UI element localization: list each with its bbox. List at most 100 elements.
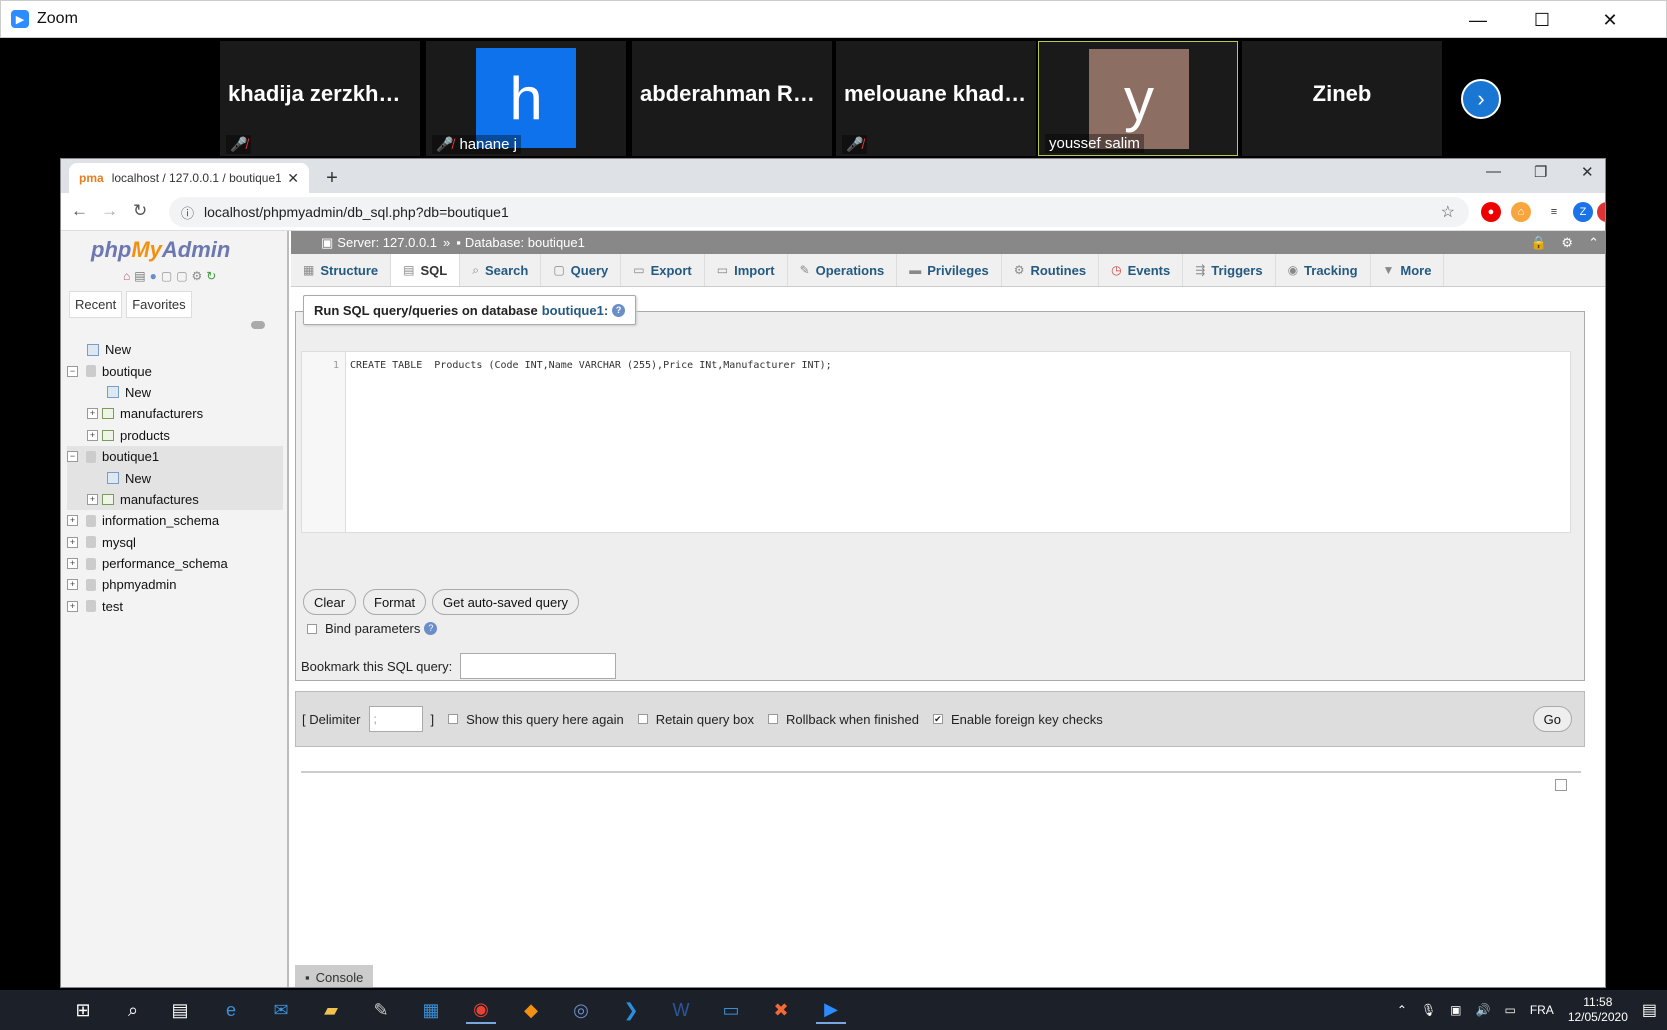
help-icon[interactable]: ● bbox=[150, 269, 157, 283]
bookmark-input[interactable] bbox=[460, 653, 617, 679]
tree-new-item[interactable]: New bbox=[67, 382, 283, 403]
sql-query-text[interactable]: CREATE TABLE Products (Code INT,Name VAR… bbox=[346, 352, 836, 532]
battery-icon[interactable]: ▭ bbox=[1504, 1003, 1515, 1017]
notifications-icon[interactable]: ▤ bbox=[1642, 1000, 1657, 1020]
console-tab[interactable]: ▪ Console bbox=[295, 965, 374, 987]
close-icon[interactable]: ✕ bbox=[1581, 1, 1639, 39]
collapse-icon[interactable]: − bbox=[67, 451, 78, 463]
collapse-icon[interactable]: − bbox=[67, 365, 78, 377]
collapse-top-icon[interactable]: ⌃ bbox=[1588, 235, 1599, 251]
tree-db-item[interactable]: + information_schema bbox=[67, 510, 283, 531]
info-icon[interactable]: ⓘ bbox=[181, 203, 194, 222]
help-icon[interactable]: ? bbox=[424, 622, 438, 635]
back-icon[interactable]: ← bbox=[71, 201, 88, 221]
tree-new-item[interactable]: New bbox=[67, 467, 283, 489]
tree-new-item[interactable]: New bbox=[67, 339, 283, 360]
expand-icon[interactable]: + bbox=[67, 536, 78, 548]
expand-icon[interactable]: + bbox=[87, 429, 98, 441]
expand-icon[interactable]: + bbox=[67, 558, 78, 570]
tree-db-item[interactable]: + mysql bbox=[67, 532, 283, 553]
sql-editor[interactable]: 1 CREATE TABLE Products (Code INT,Name V… bbox=[301, 351, 1571, 533]
phpmyadmin-logo[interactable]: phpMyAdmin bbox=[91, 237, 230, 263]
show-query-checkbox[interactable] bbox=[448, 714, 459, 724]
browser-tab[interactable]: pma localhost / 127.0.0.1 / boutique1 ✕ bbox=[69, 163, 309, 193]
docs-icon[interactable]: ▢ bbox=[161, 269, 172, 283]
microphone-icon[interactable]: 🎙 bbox=[1421, 1003, 1436, 1017]
settings-icon[interactable]: ⚙ bbox=[1561, 235, 1573, 251]
mail-icon[interactable]: ✉ bbox=[266, 996, 296, 1024]
profile-avatar[interactable]: Z bbox=[1573, 202, 1593, 222]
close-icon[interactable]: ✕ bbox=[1581, 163, 1594, 181]
tree-table-item[interactable]: + manufactures bbox=[67, 488, 283, 511]
expand-icon[interactable]: + bbox=[67, 579, 78, 591]
reload-icon[interactable]: ↻ bbox=[133, 201, 147, 221]
show-query-option[interactable]: Show this query here again bbox=[448, 712, 624, 727]
tab-export[interactable]: ▭ Export bbox=[621, 254, 705, 286]
browser-icon[interactable]: ◎ bbox=[566, 996, 596, 1024]
docs2-icon[interactable]: ▢ bbox=[176, 269, 187, 283]
expand-icon[interactable]: + bbox=[87, 408, 98, 420]
participant-tile[interactable]: abderahman Ro... bbox=[632, 41, 832, 156]
zoom-icon[interactable]: ▶ bbox=[816, 996, 846, 1024]
maximize-icon[interactable]: ☐ bbox=[1513, 1, 1571, 39]
settings-icon[interactable]: ⚙ bbox=[192, 269, 203, 283]
minimize-icon[interactable]: — bbox=[1486, 163, 1501, 180]
tree-db-boutique1[interactable]: − boutique1 bbox=[67, 445, 283, 468]
favorites-tab[interactable]: Favorites bbox=[126, 291, 192, 318]
paint-icon[interactable]: ✎ bbox=[366, 996, 396, 1024]
bind-parameters-checkbox[interactable] bbox=[307, 623, 317, 634]
expand-icon[interactable]: + bbox=[67, 600, 78, 612]
get-autosaved-query-button[interactable]: Get auto-saved query bbox=[432, 589, 580, 615]
retain-query-box-checkbox[interactable] bbox=[637, 714, 648, 724]
tree-table-item[interactable]: + products bbox=[67, 425, 283, 446]
address-bar[interactable]: ⓘ localhost/phpmyadmin/db_sql.php?db=bou… bbox=[169, 197, 1469, 227]
media-control-icon[interactable]: ≡ bbox=[1544, 202, 1564, 222]
chevron-up-icon[interactable]: ⌃ bbox=[1397, 1003, 1407, 1017]
expand-icon[interactable]: + bbox=[67, 515, 78, 527]
tab-structure[interactable]: ▦ Structure bbox=[291, 254, 392, 286]
help-icon[interactable]: ? bbox=[612, 303, 626, 317]
word-icon[interactable]: W bbox=[666, 996, 696, 1024]
minimize-icon[interactable]: — bbox=[1449, 1, 1507, 39]
tree-db-boutique[interactable]: − boutique bbox=[67, 360, 283, 381]
tab-sql[interactable]: ▤ SQL bbox=[391, 254, 461, 286]
reload-nav-icon[interactable]: ↻ bbox=[206, 269, 216, 283]
foreign-key-checks-checkbox[interactable]: ✔ bbox=[932, 714, 943, 724]
breadcrumb-database[interactable]: Database: boutique1 bbox=[465, 235, 585, 250]
xampp-icon[interactable]: ✖ bbox=[766, 996, 796, 1024]
lock-icon[interactable]: 🔒 bbox=[1531, 235, 1547, 251]
task-view-icon[interactable]: ▤ bbox=[165, 996, 195, 1024]
clear-button[interactable]: Clear bbox=[303, 589, 357, 615]
file-explorer-icon[interactable]: ▰ bbox=[316, 996, 346, 1024]
rollback-checkbox[interactable] bbox=[767, 714, 778, 724]
clock[interactable]: 11:58 12/05/2020 bbox=[1568, 995, 1628, 1025]
tab-more[interactable]: ▼ More bbox=[1371, 254, 1445, 286]
participant-tile[interactable]: melouane khadija 🎤̸ bbox=[836, 41, 1036, 156]
format-button[interactable]: Format bbox=[363, 589, 427, 615]
language-indicator[interactable]: FRA bbox=[1530, 1003, 1554, 1017]
participant-tile[interactable]: Zineb bbox=[1242, 41, 1442, 156]
tab-close-icon[interactable]: ✕ bbox=[287, 170, 299, 187]
tab-events[interactable]: ◷ Events bbox=[1099, 254, 1184, 286]
breadcrumb-server[interactable]: Server: 127.0.0.1 bbox=[337, 235, 437, 250]
recent-tab[interactable]: Recent bbox=[69, 291, 123, 318]
foreign-key-checks-option[interactable]: ✔ Enable foreign key checks bbox=[932, 712, 1103, 727]
legend-database[interactable]: boutique1: bbox=[542, 303, 608, 318]
new-tab-icon[interactable]: + bbox=[319, 165, 345, 191]
tree-db-item[interactable]: + performance_schema bbox=[67, 553, 283, 574]
vscode-icon[interactable]: ❯ bbox=[616, 996, 646, 1024]
tab-tracking[interactable]: ◉ Tracking bbox=[1276, 254, 1371, 286]
go-button[interactable]: Go bbox=[1532, 706, 1572, 732]
store-icon[interactable]: ▦ bbox=[416, 996, 446, 1024]
participant-tile[interactable]: khadija zerzkhane 🎤̸ bbox=[220, 41, 420, 156]
tab-operations[interactable]: ✎ Operations bbox=[788, 254, 898, 286]
tab-import[interactable]: ▭ Import bbox=[705, 254, 788, 286]
window-icon[interactable]: ▭ bbox=[716, 996, 746, 1024]
home-icon[interactable]: ⌂ bbox=[123, 269, 130, 283]
search-icon[interactable]: ⌕ bbox=[118, 996, 148, 1024]
expand-icon[interactable]: + bbox=[87, 493, 98, 505]
tree-table-item[interactable]: + manufacturers bbox=[67, 403, 283, 424]
app-icon[interactable]: ◆ bbox=[516, 996, 546, 1024]
update-icon[interactable]: ↑ bbox=[1597, 202, 1605, 222]
tree-db-item[interactable]: + test bbox=[67, 596, 283, 617]
